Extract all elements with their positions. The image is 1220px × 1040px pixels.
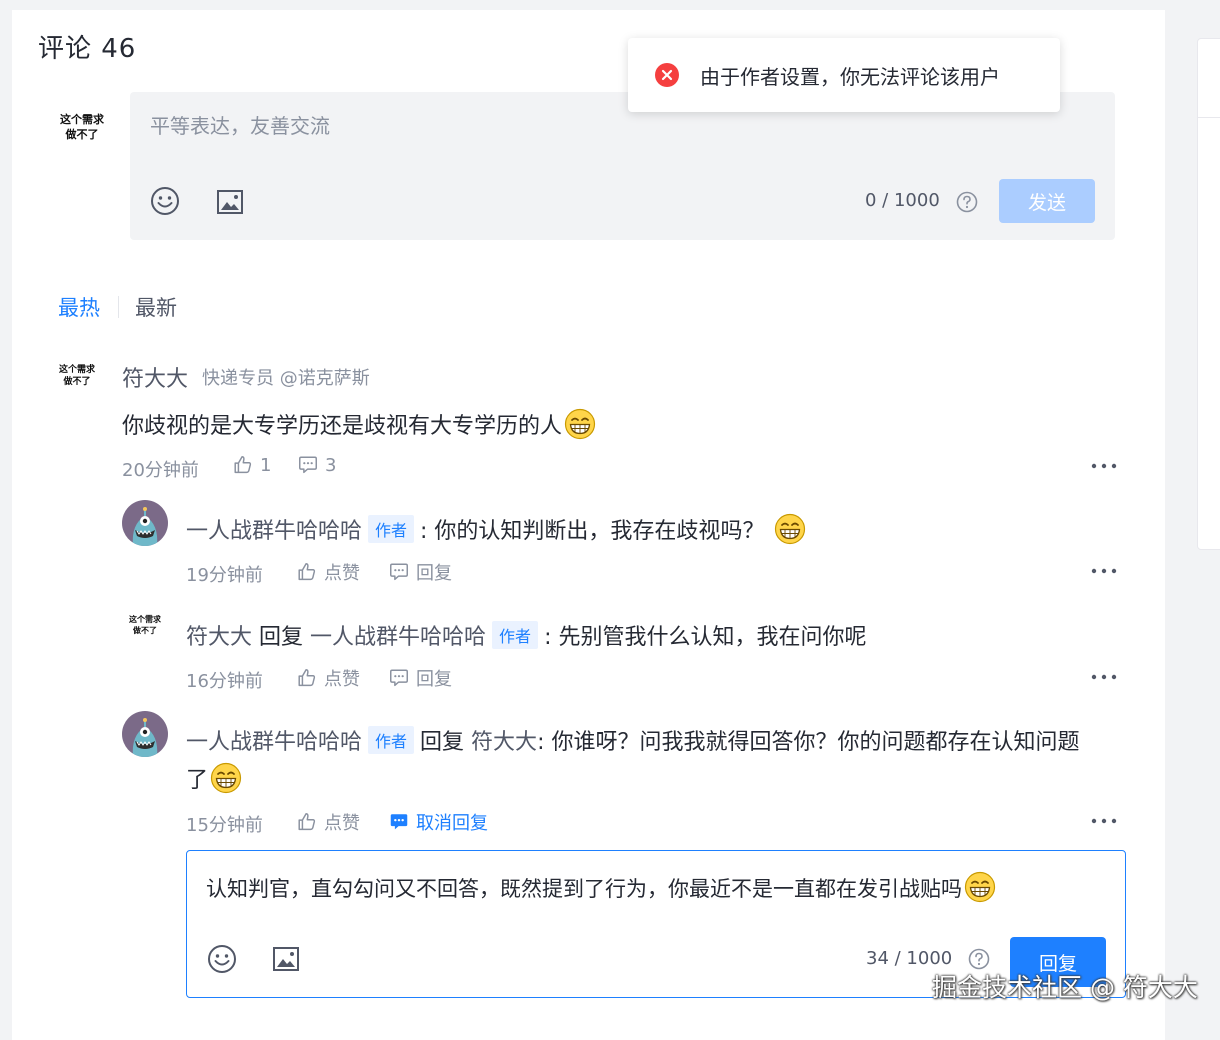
toast-message: 由于作者设置，你无法评论该用户: [700, 65, 1000, 89]
like-label: 点赞: [324, 669, 360, 690]
avatar-text-line1: 这个需求: [129, 615, 161, 624]
comment-content: 你歧视的是大专学历还是歧视有大专学历的人: [122, 408, 596, 440]
image-upload-icon[interactable]: [216, 188, 244, 216]
grin-emoji-icon: [774, 513, 806, 545]
error-toast: 由于作者设置，你无法评论该用户: [628, 38, 1060, 112]
reply-time: 16分钟前: [186, 671, 263, 692]
emoji-icon[interactable]: [207, 944, 237, 974]
reply-author[interactable]: 一人战群牛哈哈哈: [186, 519, 362, 544]
tab-divider: [118, 296, 119, 318]
reply-time: 15分钟前: [186, 815, 263, 836]
reply-word: 回复: [259, 625, 304, 650]
like-button[interactable]: 点赞: [296, 559, 360, 585]
grin-emoji-icon: [564, 408, 596, 440]
char-counter: 34 / 1000: [866, 948, 953, 969]
image-upload-icon[interactable]: [272, 945, 300, 973]
reply-input-text: 认知判官，直勾勾问又不回答，既然提到了行为，你最近不是一直都在发引战贴吗: [206, 877, 962, 901]
reply-button[interactable]: 回复: [388, 559, 452, 585]
watermark: 掘金技术社区 @ 符大大: [932, 973, 1198, 1002]
grin-emoji-icon: [210, 762, 242, 794]
reply-text: : 你谁呀？问我我就得回答你？你的问题都存在认知问题: [537, 730, 1080, 755]
sidebar-card: [1197, 38, 1220, 550]
error-circle-icon: [655, 63, 679, 87]
avatar-text-line2: 做不了: [65, 127, 99, 141]
reply-input[interactable]: 认知判官，直勾勾问又不回答，既然提到了行为，你最近不是一直都在发引战贴吗: [206, 871, 996, 903]
reply-text-continued: 了: [186, 768, 209, 793]
thumbs-up-icon: [296, 667, 318, 689]
comment-icon: [297, 454, 319, 476]
reply-line: 一人战群牛哈哈哈 作者 回复 符大大: 你谁呀？问我我就得回答你？你的问题都存在认知…: [186, 724, 1079, 756]
avatar-text-line1: 这个需求: [58, 365, 95, 375]
char-counter: 0 / 1000: [865, 190, 940, 211]
reply-author[interactable]: 一人战群牛哈哈哈: [186, 730, 362, 755]
author-badge: 作者: [492, 621, 539, 649]
reply-label: 回复: [416, 563, 452, 584]
cancel-reply-button[interactable]: 取消回复: [388, 809, 488, 835]
avatar-text-line1: 这个需求: [60, 113, 104, 126]
reply-target[interactable]: 一人战群牛哈哈哈: [310, 625, 486, 650]
cancel-reply-label: 取消回复: [416, 813, 488, 834]
avatar-text-line2: 做不了: [63, 377, 91, 388]
comment-time: 20分钟前: [122, 460, 199, 481]
reply-button[interactable]: 回复: [388, 665, 452, 691]
current-user-avatar[interactable]: 这个需求 做不了: [47, 113, 117, 143]
author-badge: 作者: [368, 726, 415, 754]
author-badge: 作者: [368, 515, 415, 543]
avatar[interactable]: [122, 500, 168, 546]
like-button[interactable]: 点赞: [296, 665, 360, 691]
more-options-icon[interactable]: [1091, 567, 1117, 575]
reply-text: : 你的认知判断出，我存在歧视吗？: [420, 519, 765, 544]
reply-target[interactable]: 符大大: [471, 730, 537, 755]
reply-line: 符大大 回复 一人战群牛哈哈哈 作者: 先别管我什么认知，我在问你呢: [186, 619, 866, 651]
avatar[interactable]: 这个需求 做不了: [49, 364, 105, 388]
comment-author[interactable]: 符大大: [122, 361, 188, 393]
reply-line-continued: 了: [186, 762, 242, 794]
like-button[interactable]: 点赞: [296, 809, 360, 835]
more-options-icon[interactable]: [1091, 673, 1117, 681]
reply-word: 回复: [420, 730, 465, 755]
thumbs-up-icon: [296, 561, 318, 583]
tab-newest[interactable]: 最新: [135, 292, 177, 322]
comment-filled-icon: [388, 811, 410, 833]
reply-count: 3: [325, 454, 337, 476]
author-title: 快递专员 @诺克萨斯: [202, 368, 370, 389]
avatar[interactable]: [122, 711, 168, 757]
more-options-icon[interactable]: [1091, 462, 1117, 470]
reply-label: 回复: [416, 669, 452, 690]
emoji-icon[interactable]: [150, 186, 180, 216]
comment-text: 你歧视的是大专学历还是歧视有大专学历的人: [122, 414, 563, 439]
like-count: 1: [260, 454, 272, 476]
like-button[interactable]: 1: [232, 454, 271, 476]
help-icon[interactable]: [968, 948, 990, 970]
tab-hottest[interactable]: 最热: [58, 292, 100, 322]
comment-icon: [388, 561, 410, 583]
reply-text: : 先别管我什么认知，我在问你呢: [544, 625, 867, 650]
reply-author[interactable]: 符大大: [186, 625, 252, 650]
reply-time: 19分钟前: [186, 565, 263, 586]
like-label: 点赞: [324, 813, 360, 834]
help-icon[interactable]: [956, 191, 978, 213]
comment-input-placeholder[interactable]: 平等表达，友善交流: [150, 110, 330, 139]
thumbs-up-icon: [232, 454, 254, 476]
reply-line: 一人战群牛哈哈哈 作者: 你的认知判断出，我存在歧视吗？: [186, 513, 806, 545]
grin-emoji-icon: [964, 871, 996, 903]
thumbs-up-icon: [296, 811, 318, 833]
comment-icon: [388, 667, 410, 689]
reply-count-button[interactable]: 3: [297, 454, 336, 476]
send-button[interactable]: 发送: [999, 179, 1095, 223]
comment-editor[interactable]: 平等表达，友善交流 0 / 1000 发送: [130, 92, 1115, 240]
more-options-icon[interactable]: [1091, 817, 1117, 825]
avatar[interactable]: 这个需求 做不了: [120, 615, 170, 637]
like-label: 点赞: [324, 563, 360, 584]
comments-title: 评论 46: [38, 34, 137, 64]
avatar-text-line2: 做不了: [133, 625, 157, 635]
